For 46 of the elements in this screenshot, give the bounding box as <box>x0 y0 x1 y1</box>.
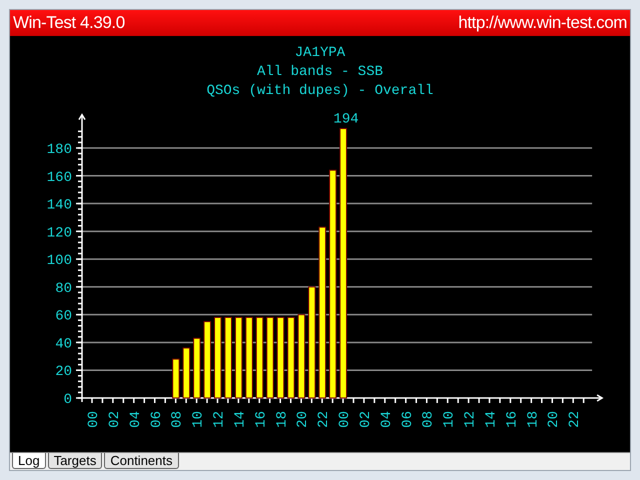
website-url: http://www.win-test.com <box>458 12 627 34</box>
x-tick-label: 00 <box>86 411 102 428</box>
x-tick-label: 12 <box>212 411 228 428</box>
x-tick-label: 20 <box>546 411 562 428</box>
y-tick-label: 40 <box>55 336 72 352</box>
x-tick-label: 10 <box>190 411 207 428</box>
x-tick-label: 16 <box>504 411 520 428</box>
y-tick-label: 80 <box>55 280 72 297</box>
y-tick-label: 60 <box>55 308 72 325</box>
x-tick-label: 18 <box>274 411 290 428</box>
bar <box>193 338 201 398</box>
x-tick-label: 04 <box>378 411 395 428</box>
x-tick-label: 16 <box>253 411 270 428</box>
chart-title: QSOs (with dupes) - Overall <box>206 82 434 101</box>
sheet-tab[interactable]: Continents <box>104 453 178 469</box>
y-tick-label: 160 <box>46 170 72 186</box>
x-tick-label: 22 <box>567 411 584 428</box>
x-tick-label: 22 <box>316 411 332 428</box>
value-label: 194 <box>333 112 359 128</box>
x-tick-label: 10 <box>442 411 458 428</box>
sheet-tab[interactable]: Targets <box>48 453 102 469</box>
bar <box>182 348 190 398</box>
x-tick-label: 18 <box>525 411 542 428</box>
window-title: Win-Test 4.39.0 <box>13 12 125 34</box>
y-tick-label: 20 <box>55 364 72 380</box>
chart-title: All bands - SSB <box>256 63 384 82</box>
x-tick-label: 08 <box>420 411 437 428</box>
bar <box>172 358 180 398</box>
x-tick-label: 06 <box>400 411 416 428</box>
x-tick-label: 02 <box>358 411 374 428</box>
y-tick-label: 0 <box>64 392 72 408</box>
sheet-tab[interactable]: Log <box>12 453 46 469</box>
x-tick-label: 14 <box>232 411 248 428</box>
x-tick-label: 06 <box>148 411 165 428</box>
x-tick-label: 14 <box>483 411 500 428</box>
chart-title: JA1YPA <box>294 44 346 63</box>
y-tick-label: 100 <box>46 253 72 270</box>
y-tick-label: 140 <box>46 198 72 214</box>
x-tick-label: 20 <box>295 411 312 428</box>
x-tick-label: 08 <box>170 411 186 428</box>
x-tick-label: 04 <box>128 411 144 428</box>
x-tick-label: 02 <box>106 411 123 428</box>
x-tick-label: 12 <box>462 411 479 428</box>
y-tick-label: 120 <box>46 225 72 242</box>
y-tick-label: 180 <box>46 142 72 158</box>
x-tick-label: 00 <box>337 411 354 428</box>
